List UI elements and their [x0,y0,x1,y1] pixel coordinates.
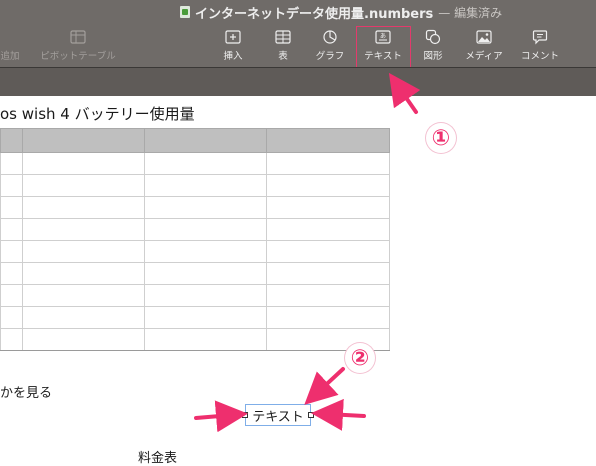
arrow-to-text-box-right [311,398,366,431]
arrow-to-text-box-left [194,400,248,433]
arrow-to-text-button [388,72,421,114]
annotation-arrows [194,72,421,433]
arrow-to-text-box-top [304,367,345,405]
